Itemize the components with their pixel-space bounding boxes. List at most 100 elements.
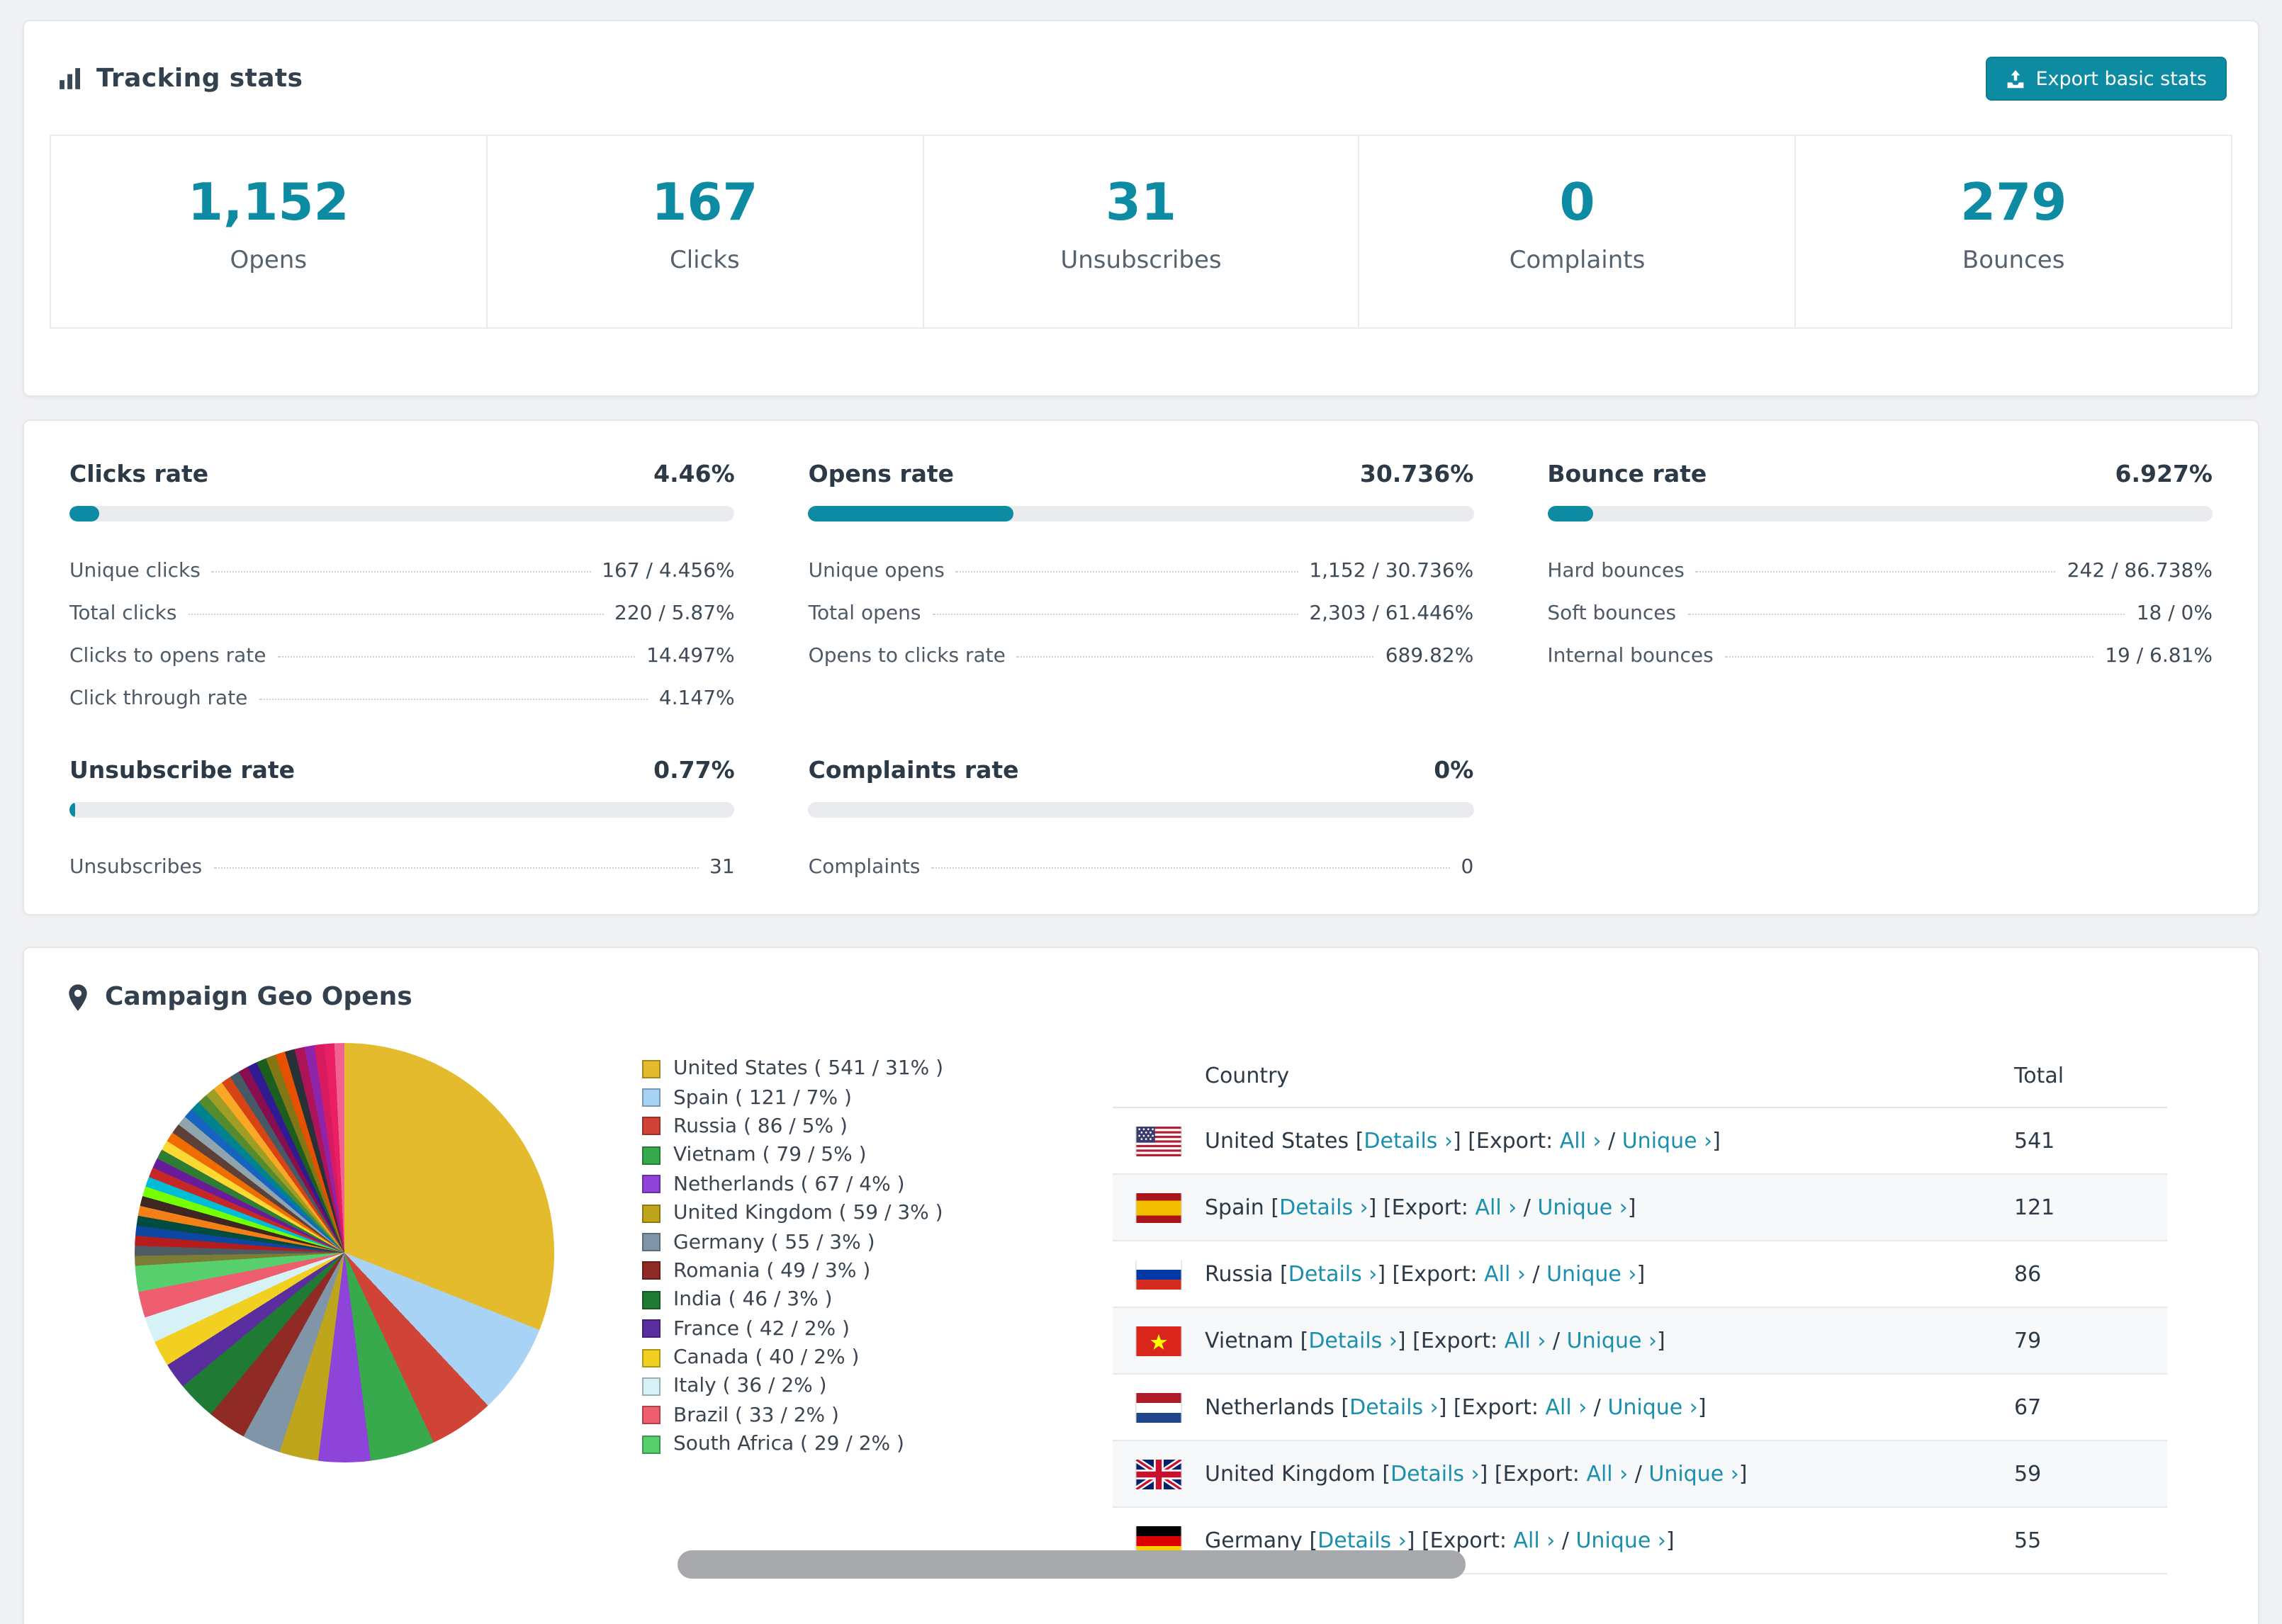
stat-label: Clicks xyxy=(670,246,740,275)
rate-detail-value: 689.82% xyxy=(1385,645,1474,667)
country-name: Spain xyxy=(1205,1195,1264,1220)
country-cell: Russia [Details ›] [Export: All › / Uniq… xyxy=(1205,1261,1646,1287)
legend-swatch xyxy=(642,1435,661,1454)
legend-label: Brazil ( 33 / 2% ) xyxy=(673,1404,839,1427)
geo-table-row: Spain [Details ›] [Export: All › / Uniqu… xyxy=(1113,1175,2167,1241)
country-column-header: Country xyxy=(1205,1062,1290,1088)
rate-title: Bounce rate xyxy=(1547,461,1707,487)
details-link[interactable]: Details › xyxy=(1308,1328,1398,1353)
dotted-leader xyxy=(1695,571,2056,573)
legend-label: Germany ( 55 / 3% ) xyxy=(673,1231,875,1254)
legend-swatch xyxy=(642,1175,661,1194)
rate-value: 4.46% xyxy=(653,461,735,487)
rate-detail-label: Internal bounces xyxy=(1547,645,1714,667)
country-cell: Spain [Details ›] [Export: All › / Uniqu… xyxy=(1205,1195,1636,1220)
stat-box-opens: 1,152 Opens xyxy=(50,135,488,329)
legend-swatch xyxy=(642,1261,661,1280)
dotted-leader xyxy=(1687,614,2125,615)
flag-icon-vn xyxy=(1135,1326,1182,1355)
export-unique-link[interactable]: Unique › xyxy=(1648,1461,1738,1487)
legend-swatch xyxy=(642,1146,661,1165)
rate-detail-row: Internal bounces 19 / 6.81% xyxy=(1547,635,2213,677)
page: Tracking stats Export basic stats 1,152 O… xyxy=(0,0,2282,1624)
dotted-leader xyxy=(931,867,1450,869)
rate-block-unsubscribe-rate: Unsubscribe rate 0.77% Unsubscribes 31 xyxy=(69,757,735,889)
rates-card: Clicks rate 4.46% Unique clicks 167 / 4.456… xyxy=(23,419,2259,915)
horizontal-scrollbar-thumb[interactable] xyxy=(678,1550,1466,1579)
rate-detail-row: Opens to clicks rate 689.82% xyxy=(809,635,1474,677)
export-all-link[interactable]: All › xyxy=(1514,1528,1556,1553)
legend-item: India ( 46 / 3% ) xyxy=(642,1285,1056,1314)
geo-opens-card: Campaign Geo Opens United States ( 541 /… xyxy=(23,947,2259,1624)
export-unique-link[interactable]: Unique › xyxy=(1607,1394,1697,1420)
legend-item: Brazil ( 33 / 2% ) xyxy=(642,1401,1056,1430)
rate-detail-value: 0 xyxy=(1461,856,1474,879)
details-link[interactable]: Details › xyxy=(1364,1128,1453,1154)
map-pin-icon xyxy=(67,983,89,1011)
geo-opens-header: Campaign Geo Opens xyxy=(24,948,2258,1012)
dotted-leader xyxy=(955,571,1298,573)
rate-title: Opens rate xyxy=(808,461,955,487)
stat-value: 279 xyxy=(1960,174,2067,232)
details-link[interactable]: Details › xyxy=(1349,1394,1439,1420)
country-name: United Kingdom xyxy=(1205,1461,1376,1487)
legend-item: Italy ( 36 / 2% ) xyxy=(642,1372,1056,1402)
export-all-link[interactable]: All › xyxy=(1484,1261,1526,1287)
export-all-link[interactable]: All › xyxy=(1560,1128,1602,1154)
stat-box-bounces: 279 Bounces xyxy=(1794,135,2232,329)
stat-label: Opens xyxy=(230,246,308,275)
rate-detail-value: 1,152 / 30.736% xyxy=(1309,560,1474,582)
details-link[interactable]: Details › xyxy=(1279,1195,1368,1220)
rate-detail-value: 19 / 6.81% xyxy=(2105,645,2213,667)
rate-value: 30.736% xyxy=(1359,461,1474,487)
export-basic-stats-button[interactable]: Export basic stats xyxy=(1986,57,2227,101)
country-name: Netherlands xyxy=(1205,1394,1334,1420)
export-unique-link[interactable]: Unique › xyxy=(1546,1261,1636,1287)
legend-swatch xyxy=(642,1059,661,1078)
legend-swatch xyxy=(642,1406,661,1425)
export-all-link[interactable]: All › xyxy=(1505,1328,1546,1353)
export-all-link[interactable]: All › xyxy=(1586,1461,1628,1487)
rate-title: Complaints rate xyxy=(808,757,1019,784)
rate-progress-fill xyxy=(69,802,75,818)
country-cell: Netherlands [Details ›] [Export: All › /… xyxy=(1205,1394,1707,1420)
export-unique-link[interactable]: Unique › xyxy=(1622,1128,1712,1154)
country-name: Vietnam xyxy=(1205,1328,1294,1353)
geo-table-row: United Kingdom [Details ›] [Export: All … xyxy=(1113,1441,2167,1508)
details-link[interactable]: Details › xyxy=(1288,1261,1378,1287)
total-cell: 541 xyxy=(2014,1128,2055,1154)
export-unique-link[interactable]: Unique › xyxy=(1567,1328,1657,1353)
geo-table-header: Country Total xyxy=(1113,1043,2167,1108)
export-unique-link[interactable]: Unique › xyxy=(1575,1528,1665,1553)
rate-value: 6.927% xyxy=(2115,461,2213,487)
flag-icon-gb xyxy=(1135,1459,1182,1489)
rate-title: Clicks rate xyxy=(69,461,209,487)
dotted-leader xyxy=(211,571,591,573)
legend-item: United Kingdom ( 59 / 3% ) xyxy=(642,1199,1056,1228)
export-all-link[interactable]: All › xyxy=(1546,1394,1587,1420)
rate-block-bounce-rate: Bounce rate 6.927% Hard bounces 242 / 86.73… xyxy=(1547,461,2213,720)
details-link[interactable]: Details › xyxy=(1390,1461,1480,1487)
export-button-label: Export basic stats xyxy=(2035,67,2208,90)
tracking-stats-header: Tracking stats Export basic stats xyxy=(24,21,2258,135)
legend-label: Russia ( 86 / 5% ) xyxy=(673,1115,848,1138)
total-cell: 121 xyxy=(2014,1195,2055,1220)
export-unique-link[interactable]: Unique › xyxy=(1537,1195,1627,1220)
details-link[interactable]: Details › xyxy=(1317,1528,1407,1553)
export-all-link[interactable]: All › xyxy=(1475,1195,1517,1220)
rate-progress-fill xyxy=(1547,506,1594,521)
bar-chart-icon xyxy=(58,66,82,90)
rate-detail-label: Unique opens xyxy=(808,560,945,582)
rate-detail-label: Unique clicks xyxy=(69,560,201,582)
stat-value: 0 xyxy=(1559,174,1595,232)
rate-detail-label: Total clicks xyxy=(69,602,177,625)
legend-item: Russia ( 86 / 5% ) xyxy=(642,1112,1056,1141)
total-column-header: Total xyxy=(2014,1062,2064,1088)
geo-table-row: Netherlands [Details ›] [Export: All › /… xyxy=(1113,1375,2167,1441)
geo-opens-title: Campaign Geo Opens xyxy=(105,982,412,1012)
legend-label: South Africa ( 29 / 2% ) xyxy=(673,1433,904,1456)
geo-pie-chart[interactable] xyxy=(135,1043,554,1462)
legend-item: Vietnam ( 79 / 5% ) xyxy=(642,1141,1056,1170)
rate-progress-bar xyxy=(808,802,1474,818)
rate-detail-row: Click through rate 4.147% xyxy=(69,677,735,720)
